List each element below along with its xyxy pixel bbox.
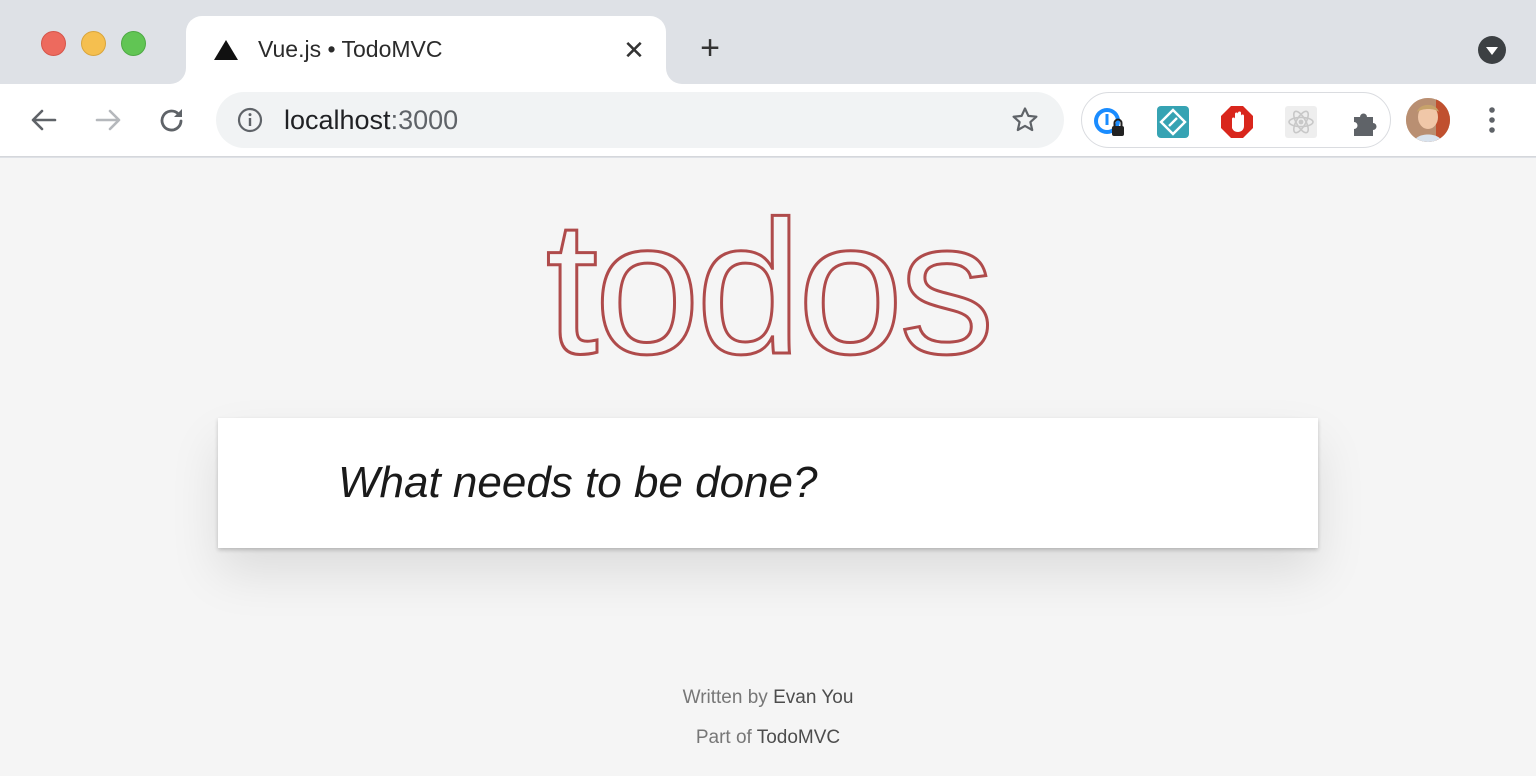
extensions-puzzle-icon[interactable] xyxy=(1348,105,1382,139)
footer-credit: Written by Evan You xyxy=(0,678,1536,718)
window-close-button[interactable] xyxy=(41,31,66,56)
todo-card xyxy=(218,418,1318,548)
todomvc-link[interactable]: TodoMVC xyxy=(757,727,840,748)
bookmark-star-icon[interactable] xyxy=(1010,105,1040,135)
window-zoom-button[interactable] xyxy=(121,31,146,56)
arrow-left-icon xyxy=(31,109,57,131)
footer-project: Part of TodoMVC xyxy=(0,718,1536,758)
todo-page: todos Written by Evan You Part of TodoMV… xyxy=(0,158,1536,776)
password-manager-icon[interactable] xyxy=(1092,105,1126,139)
window-minimize-button[interactable] xyxy=(81,31,106,56)
author-link[interactable]: Evan You xyxy=(773,687,853,708)
footer-info: Written by Evan You Part of TodoMVC xyxy=(0,678,1536,758)
react-devtools-icon[interactable] xyxy=(1284,105,1318,139)
profile-avatar[interactable] xyxy=(1406,98,1450,142)
app-title: todos xyxy=(544,182,996,394)
vue-triangle-favicon-icon xyxy=(214,40,238,60)
back-button[interactable] xyxy=(24,100,64,140)
url-port: :3000 xyxy=(390,105,459,135)
browser-toolbar: localhost:3000 xyxy=(0,84,1536,157)
tab-title: Vue.js • TodoMVC xyxy=(258,36,443,62)
code-extension-icon[interactable] xyxy=(1156,105,1190,139)
url-text[interactable]: localhost:3000 xyxy=(284,105,458,136)
part-of-label: Part of xyxy=(695,727,757,748)
extensions-area xyxy=(1081,92,1391,148)
written-by-label: Written by xyxy=(682,687,774,708)
more-menu-icon[interactable] xyxy=(1478,104,1506,136)
address-bar[interactable]: localhost:3000 xyxy=(216,92,1064,148)
reload-icon xyxy=(160,109,183,132)
tab-close-icon[interactable]: ✕ xyxy=(620,36,648,64)
tab-strip: Vue.js • TodoMVC ✕ + xyxy=(0,0,1536,84)
url-host: localhost xyxy=(284,105,391,135)
forward-button[interactable] xyxy=(88,100,128,140)
ad-blocker-icon[interactable] xyxy=(1220,105,1254,139)
browser-tab[interactable]: Vue.js • TodoMVC ✕ xyxy=(186,16,666,84)
new-todo-input[interactable] xyxy=(218,418,1318,548)
arrow-right-icon xyxy=(95,109,121,131)
new-tab-button[interactable]: + xyxy=(694,31,726,65)
tab-search-dropdown-icon[interactable] xyxy=(1478,36,1506,64)
reload-button[interactable] xyxy=(152,100,192,140)
site-info-icon[interactable] xyxy=(236,106,264,134)
